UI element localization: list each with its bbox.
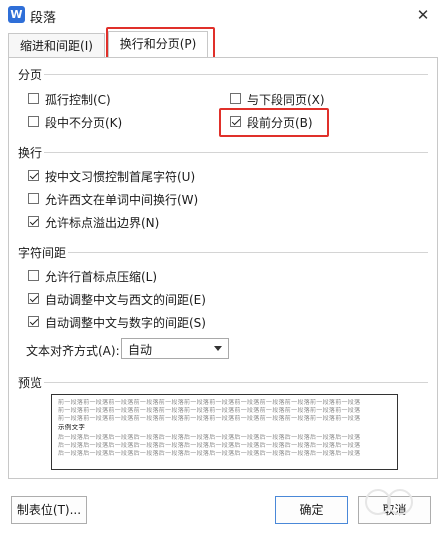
checkbox-box[interactable]: [28, 116, 39, 127]
section-title-pagination: 分页: [18, 68, 43, 82]
watermark-logo: [365, 489, 413, 515]
checkbox-label: 自动调整中文与数字的间距(S): [45, 316, 206, 330]
checkbox-box[interactable]: [28, 216, 39, 227]
checkbox-label: 自动调整中文与西文的间距(E): [45, 293, 206, 307]
section-title-preview: 预览: [18, 376, 43, 390]
checkbox-box[interactable]: [28, 270, 39, 281]
checkbox-box[interactable]: [28, 170, 39, 181]
close-icon[interactable]: ✕: [412, 5, 434, 25]
text-align-label: 文本对齐方式(A):: [26, 344, 120, 358]
preview-prev-line: 前一段落前一段落前一段落前一段落前一段落前一段落前一段落前一段落前一段落前一段落…: [58, 407, 361, 414]
section-divider: [44, 74, 428, 75]
checkbox-box[interactable]: [28, 316, 39, 327]
section-title-line-break: 换行: [18, 146, 43, 160]
preview-prev-line: 前一段落前一段落前一段落前一段落前一段落前一段落前一段落前一段落前一段落前一段落…: [58, 399, 361, 406]
tab-indent-spacing[interactable]: 缩进和间距(I): [8, 33, 105, 58]
checkbox-box[interactable]: [28, 293, 39, 304]
section-divider: [44, 382, 428, 383]
dialog-title: 段落: [30, 11, 57, 26]
checkbox-box[interactable]: [28, 193, 39, 204]
checkbox-box[interactable]: [28, 93, 39, 104]
tab-stops-button[interactable]: 制表位(T)...: [11, 496, 87, 524]
title-bar: W 段落 ✕: [0, 0, 446, 30]
checkbox-label: 与下段同页(X): [247, 93, 325, 107]
checkbox-label: 按中文习惯控制首尾字符(U): [45, 170, 196, 184]
checkbox-label: 允许标点溢出边界(N): [45, 216, 160, 230]
preview-next-line: 后一段落后一段落后一段落后一段落后一段落后一段落后一段落后一段落后一段落后一段落…: [58, 434, 361, 441]
tab-highlight-box: [106, 27, 215, 60]
tab-label: 缩进和间距(I): [20, 39, 93, 53]
checkbox-label: 段中不分页(K): [45, 116, 123, 130]
select-value: 自动: [128, 343, 153, 357]
preview-prev-line: 前一段落前一段落前一段落前一段落前一段落前一段落前一段落前一段落前一段落前一段落…: [58, 415, 361, 422]
text-align-select[interactable]: 自动: [121, 338, 229, 359]
chevron-down-icon[interactable]: [214, 346, 222, 351]
checkbox-label: 允许西文在单词中间换行(W): [45, 193, 199, 207]
preview-sample-text: 示例文字: [58, 424, 86, 431]
checkbox-label: 孤行控制(C): [45, 93, 111, 107]
option-highlight-box: [219, 108, 329, 137]
wps-app-icon: W: [8, 6, 25, 23]
checkbox-box[interactable]: [230, 93, 241, 104]
checkbox-label: 允许行首标点压缩(L): [45, 270, 158, 284]
preview-box: 前一段落前一段落前一段落前一段落前一段落前一段落前一段落前一段落前一段落前一段落…: [51, 394, 398, 470]
section-title-char-spacing: 字符间距: [18, 246, 67, 260]
preview-next-line: 后一段落后一段落后一段落后一段落后一段落后一段落后一段落后一段落后一段落后一段落…: [58, 450, 361, 457]
preview-next-line: 后一段落后一段落后一段落后一段落后一段落后一段落后一段落后一段落后一段落后一段落…: [58, 442, 361, 449]
section-divider: [68, 252, 428, 253]
section-divider: [44, 152, 428, 153]
